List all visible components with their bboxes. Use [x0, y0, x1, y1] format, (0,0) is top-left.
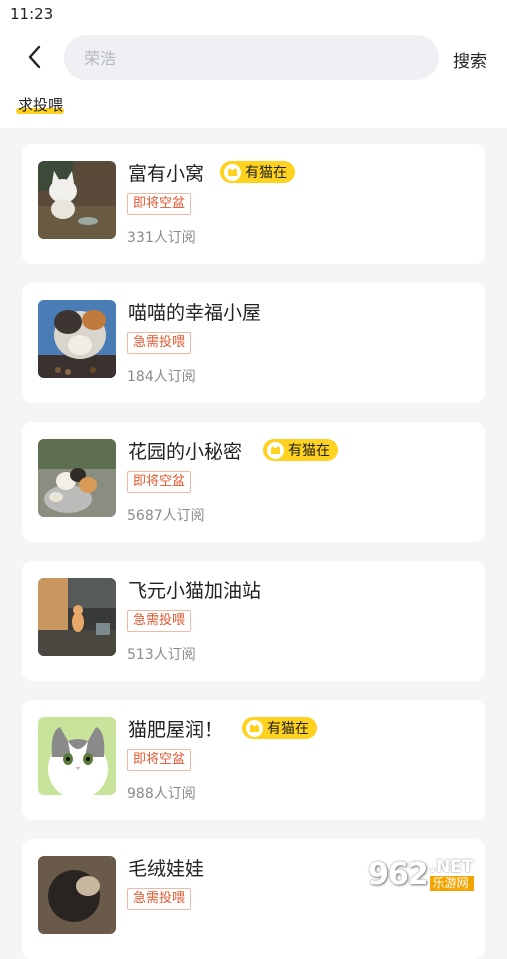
status-tag: 急需投喂 — [127, 332, 192, 354]
cat-photo — [38, 717, 116, 795]
status-tag: 急需投喂 — [127, 888, 192, 910]
list-item[interactable]: 花园的小秘密 有猫在 即将空盆 5687人订阅 — [22, 422, 485, 542]
station-name: 花园的小秘密 — [128, 441, 243, 463]
site-watermark: 962 .NET 乐游网 — [368, 852, 500, 896]
station-name: 喵喵的幸福小屋 — [128, 302, 262, 324]
search-box[interactable] — [64, 35, 439, 82]
list-item[interactable]: 飞元小猫加油站 急需投喂 513人订阅 — [22, 561, 485, 681]
has-cat-badge: 有猫在 — [242, 717, 317, 739]
cat-photo — [38, 300, 116, 378]
tab-label: 求投喂 — [18, 96, 64, 114]
status-tag: 即将空盆 — [127, 471, 192, 493]
subscriber-count: 513人订阅 — [127, 647, 196, 663]
watermark-number: 962 — [368, 856, 429, 892]
cat-photo — [38, 578, 116, 656]
subscriber-count: 5687人订阅 — [127, 508, 205, 524]
search-input[interactable] — [82, 35, 426, 82]
status-bar: 11:23 — [0, 0, 507, 28]
status-tag: 急需投喂 — [127, 610, 192, 632]
has-cat-badge: 有猫在 — [263, 439, 338, 461]
cat-head-icon — [267, 441, 284, 459]
watermark-suffix: .NET — [429, 856, 474, 877]
badge-label: 有猫在 — [267, 721, 309, 737]
status-tag: 即将空盆 — [127, 749, 192, 771]
chevron-left-icon — [28, 45, 41, 69]
station-name: 猫肥屋润！ — [128, 719, 224, 741]
list-item[interactable]: 猫肥屋润！ 有猫在 即将空盆 988人订阅 — [22, 700, 485, 820]
cat-photo — [38, 161, 116, 239]
badge-label: 有猫在 — [288, 443, 330, 459]
subscriber-count: 988人订阅 — [127, 786, 196, 802]
list-item[interactable]: 喵喵的幸福小屋 急需投喂 184人订阅 — [22, 283, 485, 403]
has-cat-badge: 有猫在 — [220, 161, 295, 183]
cat-photo — [38, 439, 116, 517]
subscriber-count: 331人订阅 — [127, 230, 196, 246]
watermark-site: 乐游网 — [429, 875, 474, 891]
top-bar: 搜索 求投喂 — [0, 28, 507, 128]
station-name: 毛绒娃娃 — [128, 858, 205, 880]
subscriber-count: 184人订阅 — [127, 369, 196, 385]
search-button[interactable]: 搜索 — [453, 47, 487, 72]
back-button[interactable] — [22, 43, 48, 71]
cat-head-icon — [224, 163, 241, 181]
badge-label: 有猫在 — [245, 165, 287, 181]
station-name: 飞元小猫加油站 — [128, 580, 262, 602]
tab-beg-feed[interactable]: 求投喂 — [18, 94, 63, 115]
cat-photo — [38, 856, 116, 934]
status-time: 11:23 — [10, 5, 54, 23]
cat-head-icon — [246, 719, 263, 737]
station-name: 富有小窝 — [128, 163, 205, 185]
status-tag: 即将空盆 — [127, 193, 192, 215]
list-item[interactable]: 富有小窝 有猫在 即将空盆 331人订阅 — [22, 144, 485, 264]
